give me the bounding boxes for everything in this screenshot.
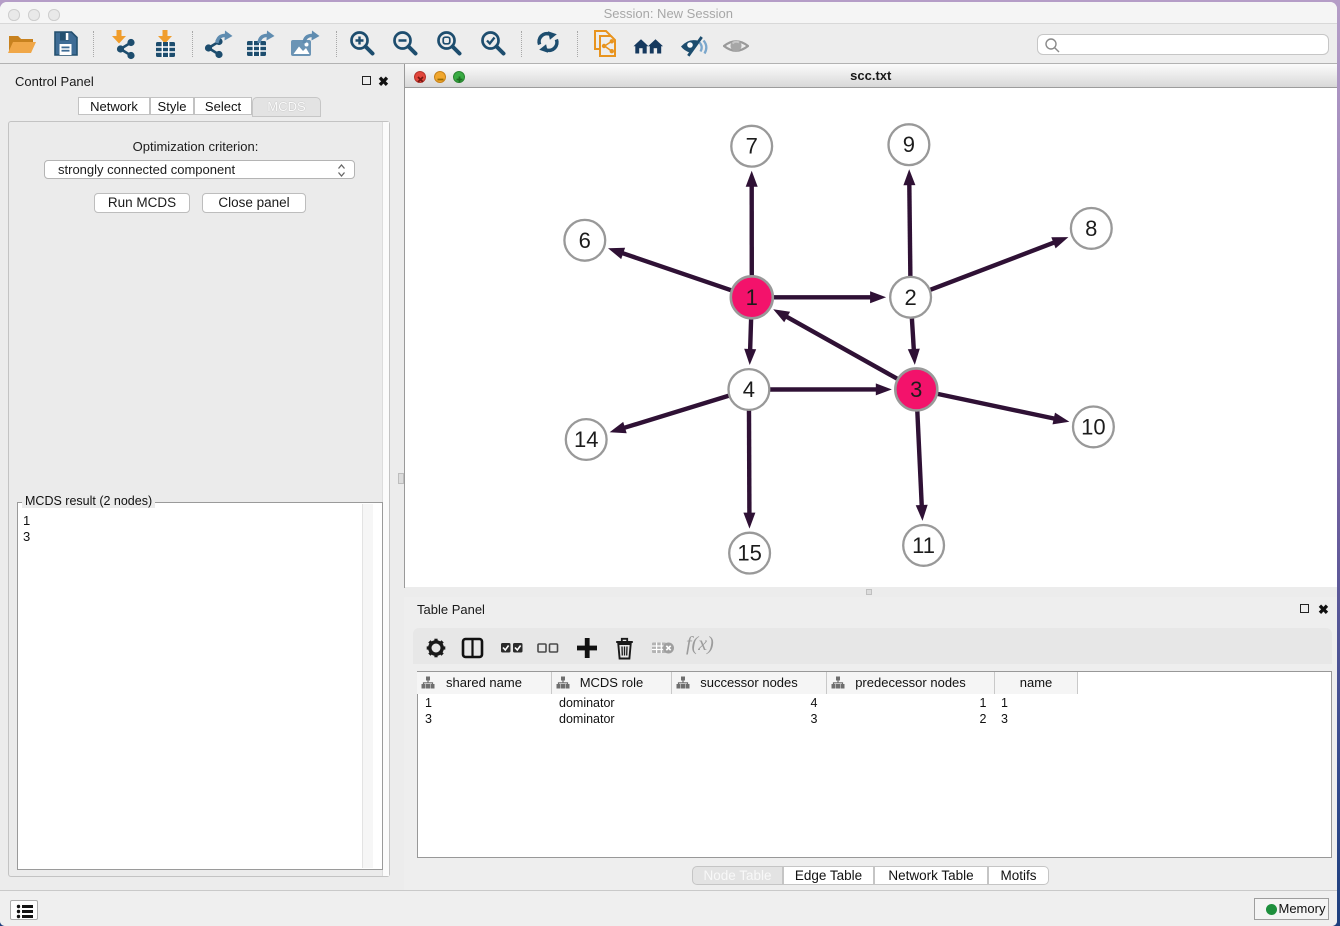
svg-text:15: 15: [737, 541, 761, 566]
svg-text:2: 2: [904, 285, 916, 310]
svg-text:6: 6: [579, 228, 591, 253]
svg-text:11: 11: [912, 533, 935, 558]
svg-text:9: 9: [903, 132, 915, 157]
svg-text:8: 8: [1085, 216, 1097, 241]
svg-text:4: 4: [743, 377, 755, 402]
svg-text:14: 14: [574, 427, 598, 452]
svg-text:3: 3: [910, 377, 922, 402]
svg-text:1: 1: [746, 285, 758, 310]
svg-text:7: 7: [746, 134, 758, 159]
svg-text:10: 10: [1081, 414, 1105, 439]
